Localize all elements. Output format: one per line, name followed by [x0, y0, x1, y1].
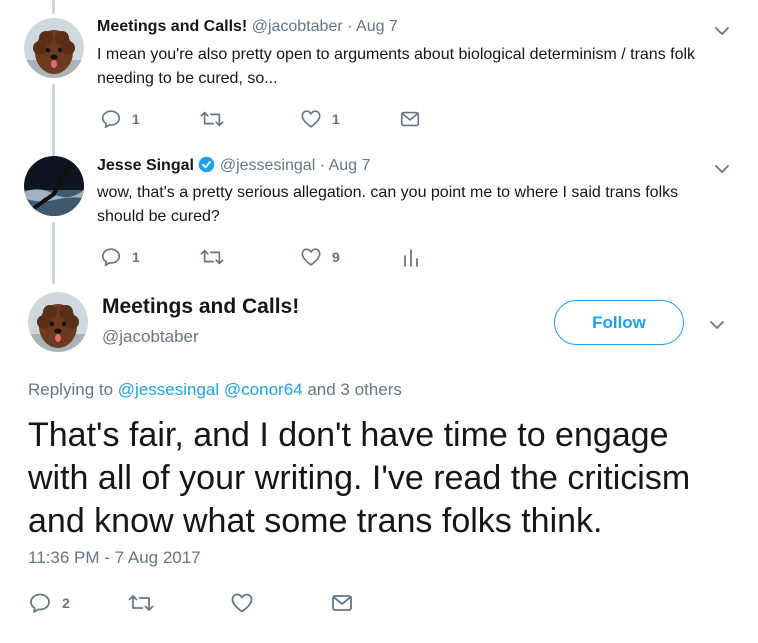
replying-to: Replying to @jessesingal @conor64 and 3 …	[28, 380, 402, 400]
avatar[interactable]	[28, 292, 88, 352]
verified-badge-icon	[199, 156, 215, 173]
separator: ·	[319, 157, 326, 174]
mention-link[interactable]: @jessesingal	[118, 380, 219, 399]
like-icon	[231, 593, 253, 613]
tweet-actions: 2	[28, 590, 428, 616]
tweet-header: Jesse Singal @jessesingal · Aug 7	[97, 156, 370, 175]
like-icon	[301, 110, 321, 128]
like-button[interactable]: 1	[300, 107, 340, 131]
timestamp[interactable]: 11:36 PM - 7 Aug 2017	[28, 548, 201, 568]
like-count: 9	[332, 249, 340, 265]
analytics-icon	[404, 249, 418, 267]
handle[interactable]: @jessesingal	[220, 157, 315, 174]
display-name[interactable]: Meetings and Calls!	[102, 295, 299, 319]
message-icon	[400, 111, 420, 127]
replying-prefix: Replying to	[28, 380, 114, 399]
separator: ·	[347, 18, 353, 35]
thread-line	[52, 0, 55, 14]
tweet-date[interactable]: Aug 7	[356, 18, 398, 35]
analytics-button[interactable]	[402, 245, 420, 269]
reply-count: 1	[132, 111, 140, 127]
reply-button[interactable]: 1	[100, 107, 140, 131]
thread-line	[52, 222, 55, 284]
retweet-icon	[200, 249, 224, 265]
handle[interactable]: @jacobtaber	[102, 327, 199, 347]
display-name[interactable]: Meetings and Calls!	[97, 18, 247, 35]
thread-line	[52, 84, 55, 156]
reply-count: 2	[62, 595, 70, 611]
retweet-icon	[128, 595, 154, 611]
reply-icon	[101, 248, 121, 267]
message-icon	[332, 595, 352, 611]
message-button[interactable]	[399, 107, 421, 131]
tweet-actions: 1 9	[100, 245, 460, 269]
tweet-text: I mean you're also pretty open to argume…	[97, 46, 696, 87]
retweet-button[interactable]	[128, 590, 154, 616]
retweet-button[interactable]	[200, 107, 234, 131]
tweet-date[interactable]: Aug 7	[329, 157, 371, 174]
tweet-actions: 1 1	[100, 107, 460, 131]
reply-count: 1	[132, 249, 140, 265]
tweet-header: Meetings and Calls! @jacobtaber · Aug 7	[97, 18, 398, 36]
retweet-button[interactable]	[200, 245, 234, 269]
chevron-down-icon[interactable]	[708, 316, 726, 334]
avatar[interactable]	[24, 156, 84, 216]
message-button[interactable]	[330, 590, 354, 616]
retweet-icon	[200, 111, 224, 127]
main-tweet-text: That's fair, and I don't have time to en…	[28, 416, 691, 540]
reply-icon	[30, 593, 50, 613]
chevron-down-icon[interactable]	[713, 22, 731, 40]
handle[interactable]: @jacobtaber	[252, 18, 343, 35]
mention-link[interactable]: @conor64	[224, 380, 303, 399]
like-button[interactable]	[230, 590, 254, 616]
tweet-text: wow, that's a pretty serious allegation.…	[97, 184, 679, 225]
replying-others[interactable]: and 3 others	[307, 380, 402, 399]
like-icon	[301, 248, 321, 266]
like-button[interactable]: 9	[300, 245, 340, 269]
reply-icon	[101, 110, 121, 129]
reply-button[interactable]: 1	[100, 245, 140, 269]
avatar[interactable]	[24, 18, 84, 78]
reply-button[interactable]: 2	[28, 590, 70, 616]
display-name[interactable]: Jesse Singal	[97, 157, 194, 174]
chevron-down-icon[interactable]	[713, 160, 731, 178]
like-count: 1	[332, 111, 340, 127]
follow-button[interactable]: Follow	[554, 300, 684, 345]
